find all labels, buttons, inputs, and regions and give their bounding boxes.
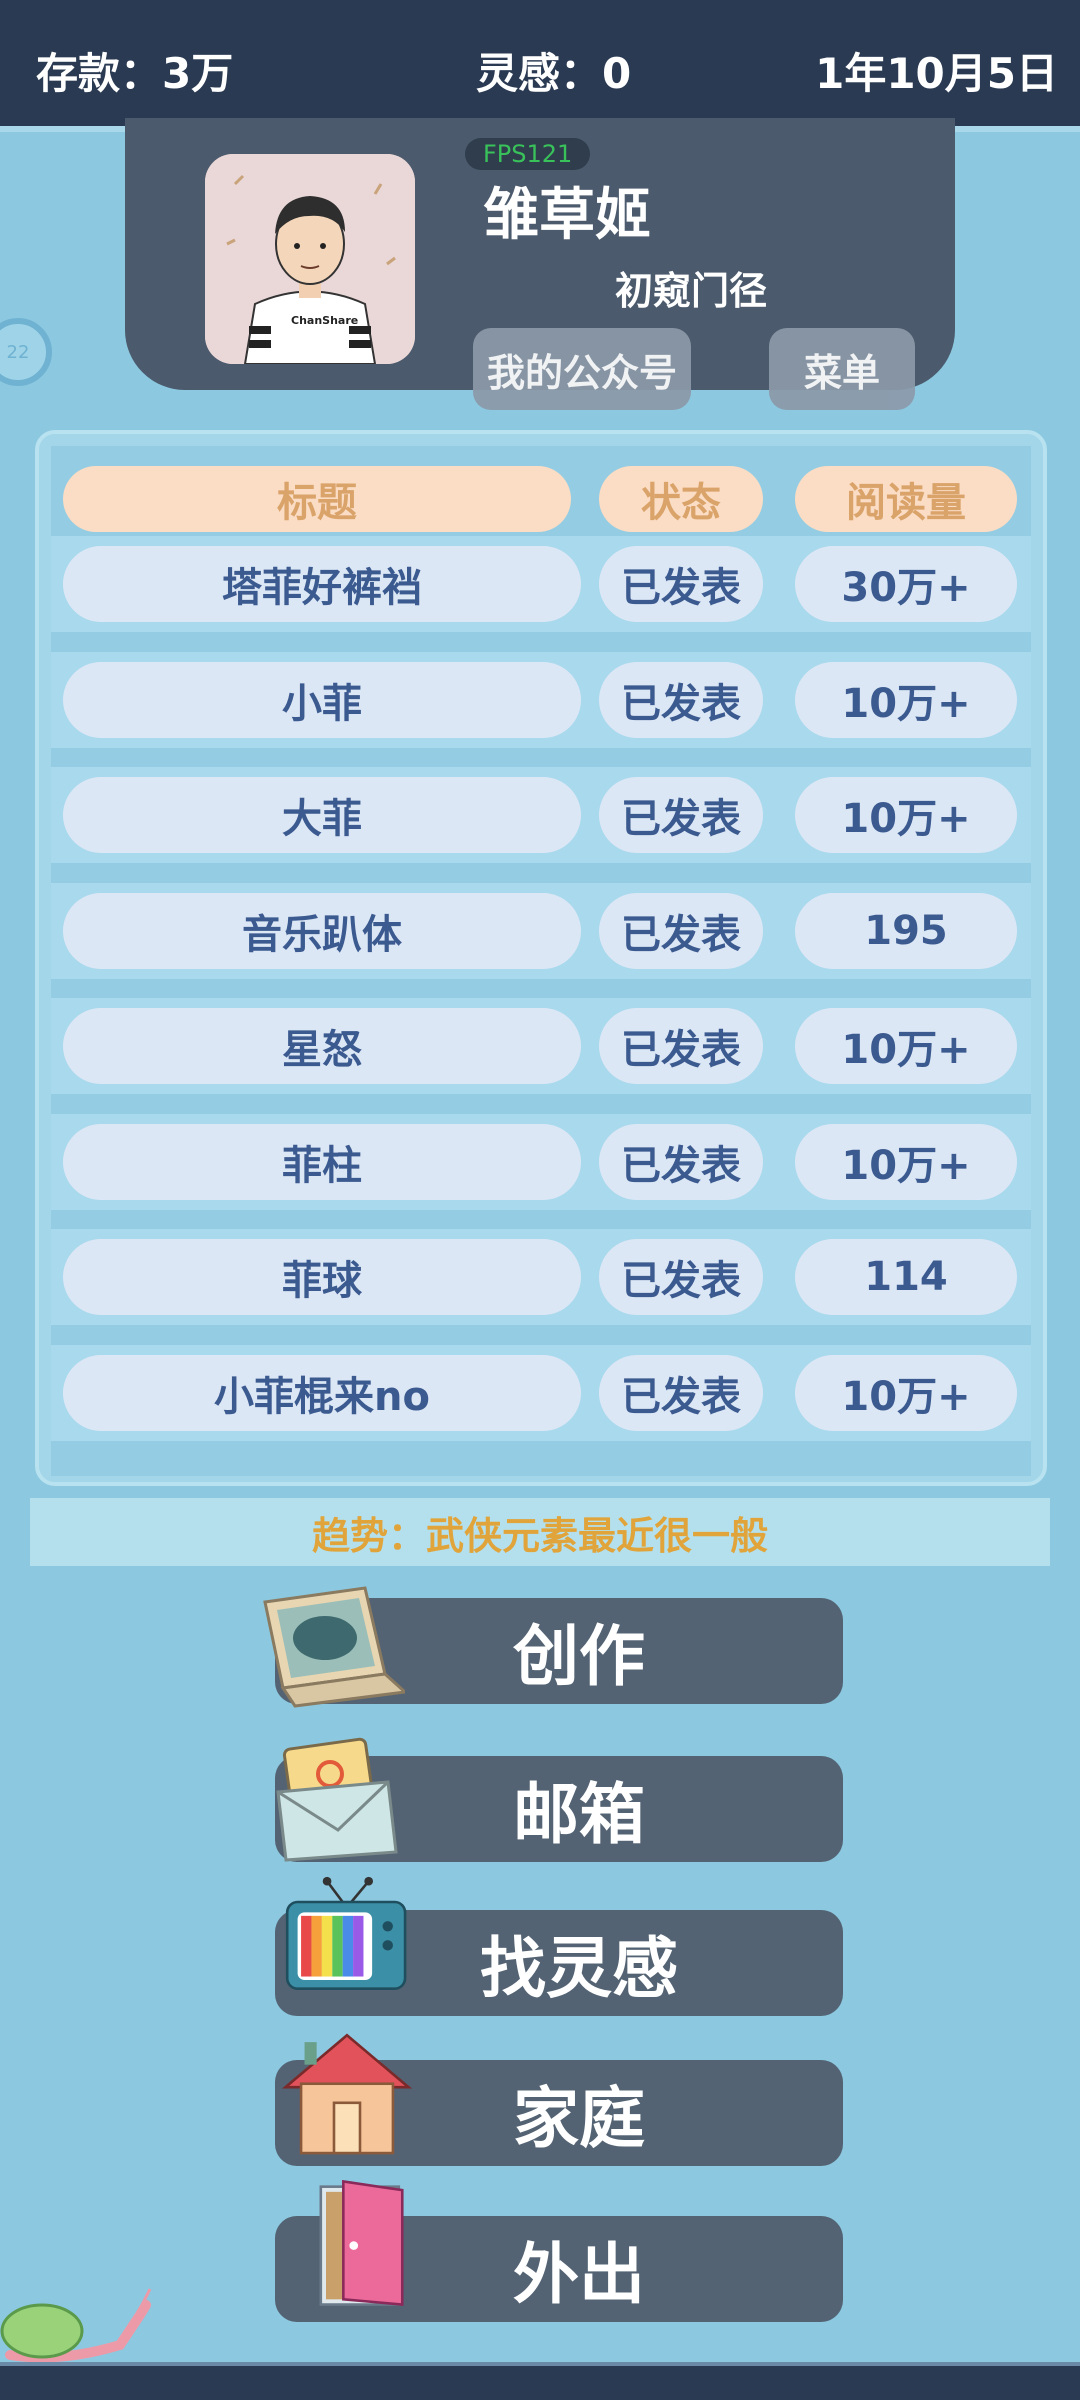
row-title: 小菲 — [63, 661, 581, 738]
table-row[interactable]: 菲球 已发表 114 — [51, 1229, 1031, 1325]
row-reads: 10万+ — [795, 1123, 1017, 1200]
avatar[interactable]: ChanShare — [205, 154, 415, 364]
mailbox-label: 邮箱 — [513, 1776, 645, 1853]
trend-banner: 趋势：武侠元素最近很一般 — [30, 1498, 1050, 1566]
header-title: 标题 — [63, 466, 571, 532]
row-title: 星怒 — [63, 1008, 581, 1084]
top-status-bar: 存款：3万 灵感：0 1年10月5日 — [0, 0, 1080, 132]
savings-label: 存款：3万 — [36, 49, 234, 98]
fps-counter: FPS121 — [465, 138, 591, 170]
go-out-label: 外出 — [513, 2236, 645, 2313]
tv-icon — [285, 1876, 407, 1990]
table-row[interactable]: 小菲 已发表 10万+ — [51, 651, 1031, 748]
player-name: 雏草姬 — [483, 183, 651, 248]
row-reads: 30万+ — [795, 546, 1017, 622]
row-reads: 10万+ — [795, 1354, 1017, 1431]
menu-button[interactable]: 菜单 — [769, 328, 915, 410]
row-title: 大菲 — [63, 777, 581, 853]
side-badge[interactable]: 22 — [0, 318, 52, 386]
article-table[interactable]: 标题 状态 阅读量 塔菲好裤裆 已发表 30万+ 小菲 已发表 10万+ 大菲 已发表 10万+… — [51, 446, 1031, 1476]
table-row[interactable]: 塔菲好裤裆 已发表 30万+ — [51, 536, 1031, 632]
row-reads: 10万+ — [795, 661, 1017, 738]
row-reads: 10万+ — [795, 1008, 1017, 1084]
side-badge-number: 22 — [6, 341, 30, 363]
row-status: 已发表 — [599, 1008, 763, 1084]
my-account-button[interactable]: 我的公众号 — [473, 328, 691, 410]
row-reads: 10万+ — [795, 777, 1017, 853]
create-label: 创作 — [513, 1618, 645, 1695]
bottom-bar — [0, 2362, 1080, 2400]
date-label: 1年10月5日 — [815, 49, 1058, 98]
laptop-icon — [263, 1586, 405, 1708]
row-status: 已发表 — [599, 1239, 763, 1315]
table-row[interactable]: 菲柱 已发表 10万+ — [51, 1113, 1031, 1210]
row-title: 菲球 — [63, 1239, 581, 1315]
find-inspiration-label: 找灵感 — [480, 1930, 678, 2007]
row-status: 已发表 — [599, 1354, 763, 1431]
shirt-text: ChanShare — [291, 314, 359, 327]
row-title: 菲柱 — [63, 1123, 581, 1200]
table-row[interactable]: 星怒 已发表 10万+ — [51, 998, 1031, 1094]
row-status: 已发表 — [599, 546, 763, 622]
row-status: 已发表 — [599, 1123, 763, 1200]
row-status: 已发表 — [599, 892, 763, 969]
header-reads: 阅读量 — [795, 466, 1017, 532]
envelope-icon — [276, 1737, 398, 1862]
header-status: 状态 — [599, 466, 763, 532]
row-title: 小菲棍来no — [63, 1354, 581, 1431]
profile-panel: ChanShare FPS121 雏草姬 初窥门径 我的公众号 菜单 — [125, 118, 955, 410]
row-status: 已发表 — [599, 777, 763, 853]
door-icon — [319, 2179, 404, 2306]
article-table-panel: 标题 状态 阅读量 塔菲好裤裆 已发表 30万+ 小菲 已发表 10万+ 大菲 已发表 10万+… — [35, 430, 1047, 1486]
player-level: 初窥门径 — [615, 269, 768, 313]
family-label: 家庭 — [513, 2080, 645, 2157]
table-row[interactable]: 小菲棍来no 已发表 10万+ — [51, 1344, 1031, 1441]
avatar-illustration — [205, 154, 415, 364]
row-title: 塔菲好裤裆 — [63, 546, 581, 622]
row-status: 已发表 — [599, 661, 763, 738]
row-title: 音乐趴体 — [63, 892, 581, 969]
table-row[interactable]: 音乐趴体 已发表 195 — [51, 882, 1031, 979]
snail-decoration — [0, 2288, 152, 2363]
row-reads: 114 — [795, 1239, 1017, 1315]
row-reads: 195 — [795, 892, 1017, 969]
house-icon — [281, 2033, 413, 2155]
inspiration-label: 灵感：0 — [476, 49, 632, 98]
table-row[interactable]: 大菲 已发表 10万+ — [51, 767, 1031, 863]
